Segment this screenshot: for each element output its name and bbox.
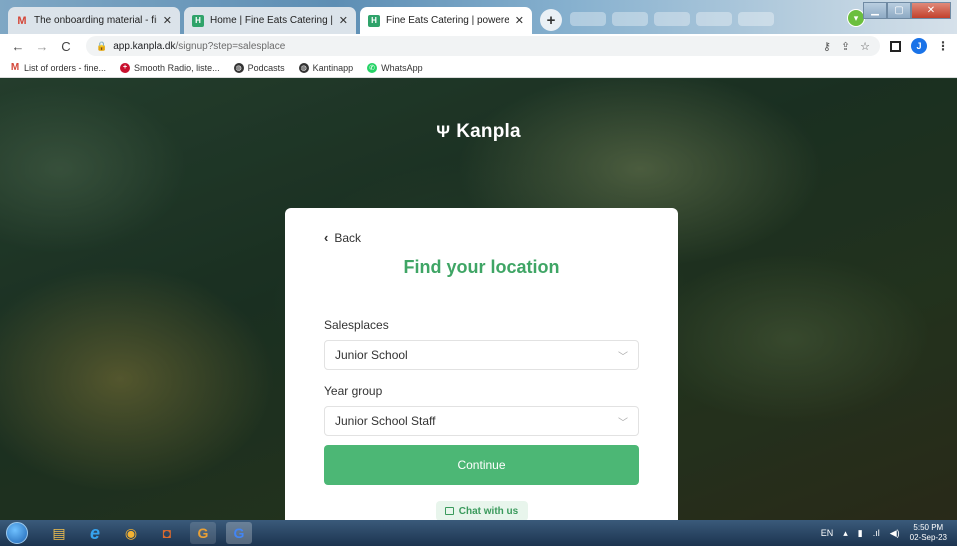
browser-toolbar: ← → C 🔒 app.kanpla.dk/signup?step=salesp… <box>0 34 957 58</box>
kanpla-logo: Ψ Kanpla <box>0 121 957 143</box>
gmail-icon: M <box>10 62 20 73</box>
back-link[interactable]: ‹ Back <box>324 230 639 245</box>
signal-icon[interactable]: .ıl <box>873 528 880 538</box>
profile-avatar[interactable]: J <box>911 38 927 54</box>
close-tab-icon[interactable]: ✕ <box>163 14 172 27</box>
language-indicator[interactable]: EN <box>821 528 834 538</box>
bookmark-label: List of orders - fine... <box>24 62 107 73</box>
year-group-select[interactable]: Junior School Staff ﹀ <box>324 406 639 436</box>
share-icon[interactable]: ⇪ <box>841 40 850 53</box>
chrome-icon[interactable]: ◉ <box>118 522 144 544</box>
gmail-icon: M <box>17 14 27 27</box>
chevron-down-icon: ﹀ <box>618 417 628 429</box>
chat-icon <box>444 507 454 515</box>
reload-icon[interactable]: C <box>56 39 76 54</box>
year-group-value: Junior School Staff <box>335 414 436 428</box>
browser-tab-2[interactable]: H Home | Fine Eats Catering | powe ✕ <box>184 7 356 34</box>
collapsed-tabs[interactable] <box>570 8 870 30</box>
bookmark-label: WhatsApp <box>381 62 423 73</box>
clock[interactable]: 5:50 PM 02-Sep-23 <box>910 523 947 543</box>
chevron-left-icon: ‹ <box>324 230 329 245</box>
bookmark-orders[interactable]: M List of orders - fine... <box>10 62 107 73</box>
salesplaces-select[interactable]: Junior School ﹀ <box>324 340 639 370</box>
url-host: app.kanpla.dk <box>113 40 176 52</box>
browser-tab-1[interactable]: M The onboarding material - finee ✕ <box>8 7 180 34</box>
globe-icon: ◍ <box>298 62 309 73</box>
address-bar[interactable]: 🔒 app.kanpla.dk/signup?step=salesplace ⚷… <box>86 36 880 56</box>
chevron-down-icon: ﹀ <box>618 351 628 363</box>
chat-with-us-button[interactable]: Chat with us <box>435 501 528 520</box>
tab-title: Fine Eats Catering | powered by <box>386 15 509 26</box>
close-window-icon[interactable]: ✕ <box>911 2 951 19</box>
clock-date: 02-Sep-23 <box>909 533 947 542</box>
star-icon[interactable]: ☆ <box>860 40 870 53</box>
uk-flag-icon: + <box>120 62 131 73</box>
back-arrow-icon[interactable]: ← <box>8 39 28 54</box>
fork-knife-icon: Ψ <box>436 122 451 141</box>
file-explorer-icon[interactable]: ▤ <box>46 522 72 544</box>
browser-tab-strip: M The onboarding material - finee ✕ H Ho… <box>0 0 957 34</box>
browser-tab-3[interactable]: H Fine Eats Catering | powered by ✕ <box>360 7 532 34</box>
bookmark-smooth-radio[interactable]: + Smooth Radio, liste... <box>120 62 220 73</box>
sidepanel-icon[interactable] <box>890 40 901 52</box>
salesplaces-label: Salesplaces <box>324 318 389 332</box>
minimize-icon[interactable]: ▁ <box>863 2 887 19</box>
globe-icon: ◍ <box>233 62 244 73</box>
chrome-window-icon[interactable]: G <box>226 522 252 544</box>
bookmark-kantinapp[interactable]: ◍ Kantinapp <box>298 62 354 73</box>
bookmark-podcasts[interactable]: ◍ Podcasts <box>233 62 285 73</box>
lock-icon: 🔒 <box>96 40 108 51</box>
bookmark-label: Podcasts <box>247 62 285 73</box>
clock-time: 5:50 PM <box>913 523 944 532</box>
window-controls: ▁ ▢ ✕ <box>863 2 951 19</box>
close-tab-icon[interactable]: ✕ <box>515 14 524 27</box>
bookmark-label: Smooth Radio, liste... <box>134 62 220 73</box>
system-tray: EN ▴ ▮ .ıl ◀) 5:50 PM 02-Sep-23 <box>821 523 957 543</box>
volume-icon[interactable]: ◀) <box>890 528 900 539</box>
office-icon[interactable]: ◘ <box>154 522 180 544</box>
network-icon[interactable]: ▮ <box>858 528 863 539</box>
kanpla-icon: H <box>368 14 380 27</box>
tab-title: Home | Fine Eats Catering | powe <box>210 15 333 26</box>
new-tab-button[interactable]: + <box>540 9 562 31</box>
back-label: Back <box>334 230 362 245</box>
menu-icon[interactable]: ⋮ <box>937 39 949 53</box>
start-button[interactable] <box>6 522 28 544</box>
bookmark-whatsapp[interactable]: ✆ WhatsApp <box>367 62 423 73</box>
year-group-label: Year group <box>324 384 383 398</box>
page-title: Find your location <box>403 257 560 277</box>
bookmarks-bar: M List of orders - fine... + Smooth Radi… <box>0 58 957 78</box>
page-viewport: Ψ Kanpla ‹ Back Find your location Salesp… <box>0 79 957 520</box>
chrome-window-icon[interactable]: G <box>190 522 216 544</box>
continue-button[interactable]: Continue <box>324 445 639 485</box>
signup-card: ‹ Back Find your location Salesplaces Ju… <box>285 208 678 520</box>
bookmark-label: Kantinapp <box>312 62 354 73</box>
key-icon[interactable]: ⚷ <box>823 40 831 53</box>
tab-title: The onboarding material - finee <box>34 15 157 26</box>
whatsapp-icon: ✆ <box>367 62 378 73</box>
url-path: /signup?step=salesplace <box>175 40 286 52</box>
windows-taskbar: ▤ e ◉ ◘ G G EN ▴ ▮ .ıl ◀) 5:50 PM 02-Sep… <box>0 520 957 546</box>
kanpla-icon: H <box>192 14 204 27</box>
close-tab-icon[interactable]: ✕ <box>339 14 348 27</box>
chat-label: Chat with us <box>458 505 519 517</box>
forward-arrow-icon[interactable]: → <box>32 39 52 54</box>
maximize-icon[interactable]: ▢ <box>887 2 911 19</box>
brand-name: Kanpla <box>456 121 521 142</box>
salesplaces-value: Junior School <box>335 348 408 362</box>
internet-explorer-icon[interactable]: e <box>82 522 108 544</box>
tray-expand-icon[interactable]: ▴ <box>843 528 848 539</box>
